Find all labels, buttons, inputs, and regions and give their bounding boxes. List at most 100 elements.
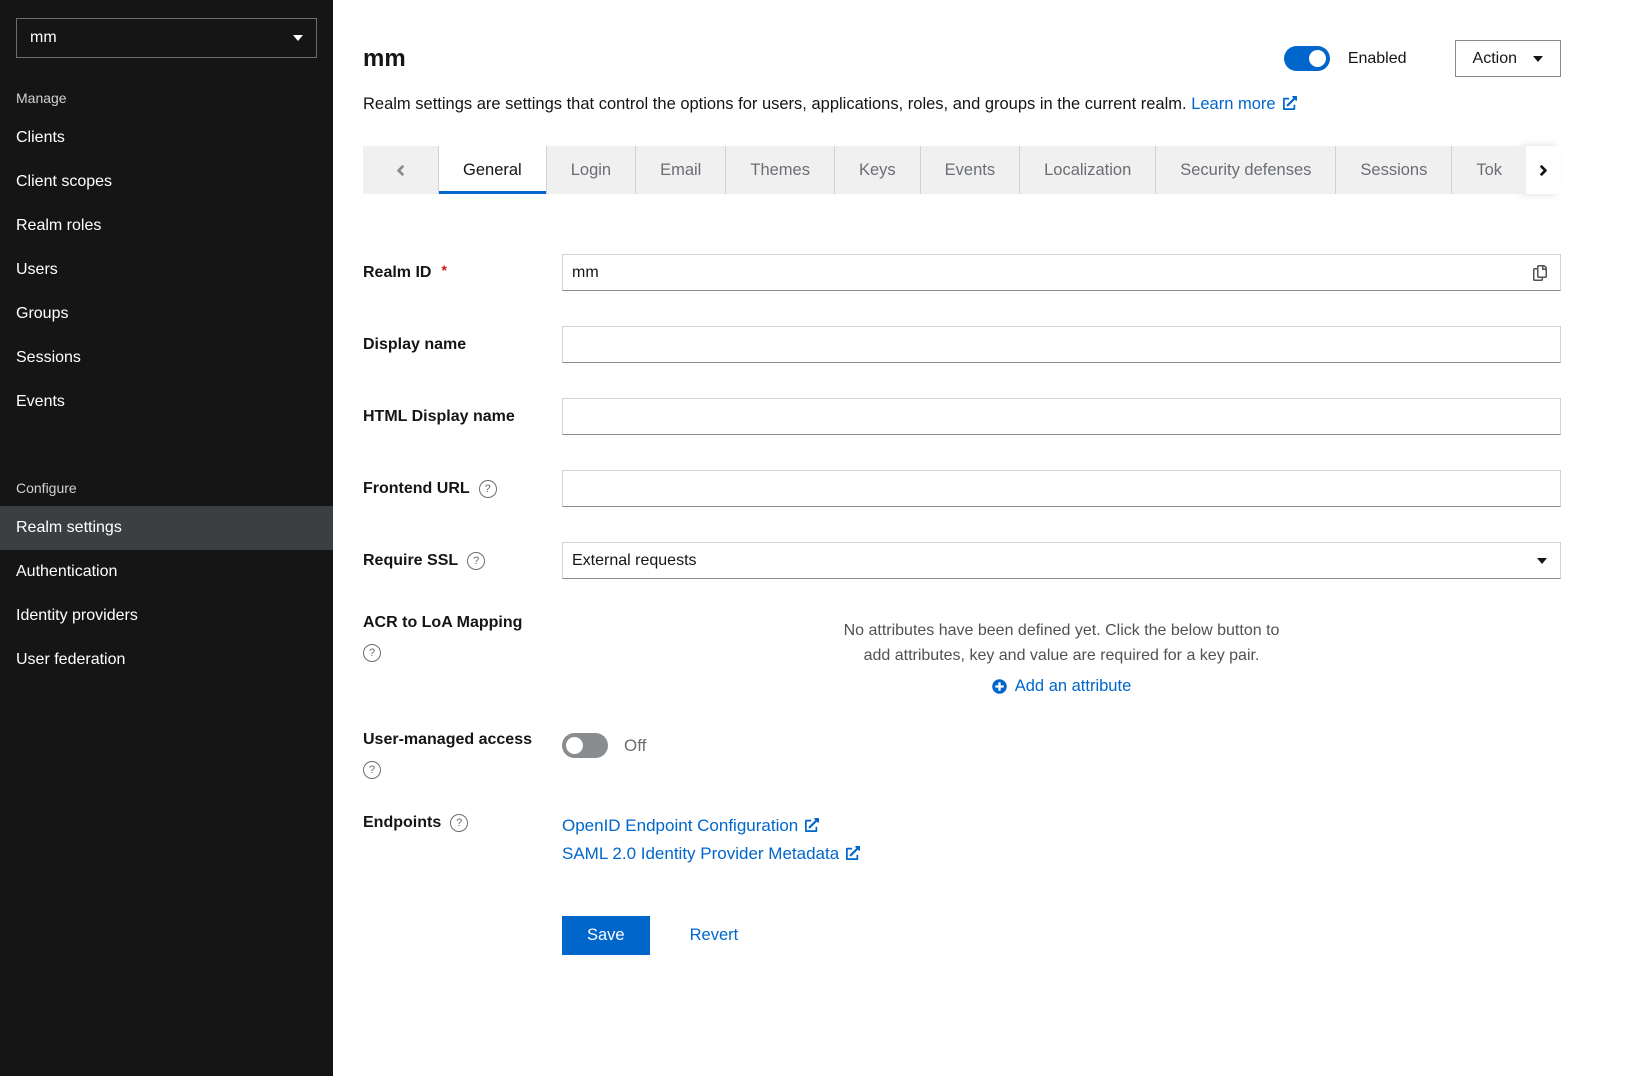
chevron-down-icon: [1533, 56, 1543, 62]
tab-events[interactable]: Events: [920, 146, 1019, 194]
learn-more-link[interactable]: Learn more: [1191, 95, 1296, 113]
toggle-knob: [1309, 50, 1326, 67]
sidebar-item-client-scopes[interactable]: Client scopes: [0, 160, 333, 204]
toggle-knob: [566, 737, 583, 754]
realm-description: Realm settings are settings that control…: [363, 92, 1561, 116]
tab-list: GeneralLoginEmailThemesKeysEventsLocaliz…: [438, 146, 1526, 194]
endpoints-label-text: Endpoints: [363, 814, 441, 832]
sidebar-item-groups[interactable]: Groups: [0, 292, 333, 336]
required-asterisk: *: [441, 262, 446, 278]
chevron-down-icon: [293, 35, 303, 41]
action-dropdown-button[interactable]: Action: [1455, 40, 1561, 77]
sidebar-item-identity-providers[interactable]: Identity providers: [0, 594, 333, 638]
help-icon[interactable]: ?: [467, 552, 485, 570]
tab-scroll-right-button[interactable]: [1526, 146, 1561, 194]
enabled-label: Enabled: [1348, 50, 1407, 68]
realm-id-input-group: [562, 254, 1561, 291]
help-icon[interactable]: ?: [363, 761, 381, 779]
form-row-user-managed-access: User-managed access ? Off: [363, 731, 1561, 779]
tab-tok[interactable]: Tok: [1451, 146, 1526, 194]
tab-login[interactable]: Login: [546, 146, 635, 194]
sidebar-item-user-federation[interactable]: User federation: [0, 638, 333, 682]
realm-id-label-text: Realm ID: [363, 264, 431, 282]
realm-description-text: Realm settings are settings that control…: [363, 95, 1187, 113]
endpoint-link-0[interactable]: OpenID Endpoint Configuration: [562, 816, 1561, 836]
user-managed-access-toggle[interactable]: [562, 733, 608, 758]
acr-empty-state-text: No attributes have been defined yet. Cli…: [844, 618, 1280, 668]
require-ssl-label-text: Require SSL: [363, 552, 458, 570]
user-managed-access-control: Off: [562, 733, 1561, 758]
tab-security-defenses[interactable]: Security defenses: [1155, 146, 1335, 194]
require-ssl-label: Require SSL ?: [363, 552, 562, 570]
help-icon[interactable]: ?: [479, 480, 497, 498]
sidebar-item-authentication[interactable]: Authentication: [0, 550, 333, 594]
html-display-name-input[interactable]: [562, 398, 1561, 435]
endpoints-label: Endpoints ?: [363, 814, 562, 832]
sidebar-item-sessions[interactable]: Sessions: [0, 336, 333, 380]
sidebar-item-clients[interactable]: Clients: [0, 116, 333, 160]
form-row-require-ssl: Require SSL ? External requests: [363, 542, 1561, 579]
tab-themes[interactable]: Themes: [725, 146, 834, 194]
tab-scroll-left-button[interactable]: [363, 146, 438, 194]
tab-sessions[interactable]: Sessions: [1335, 146, 1451, 194]
page-header: mm Enabled Action Realm settings are set…: [333, 0, 1645, 194]
user-managed-access-state: Off: [624, 736, 646, 756]
external-link-icon: [805, 818, 819, 832]
user-managed-access-label: User-managed access ?: [363, 731, 562, 779]
html-display-name-label-text: HTML Display name: [363, 408, 515, 426]
nav-section-title: Configure: [0, 462, 333, 506]
sidebar-item-events[interactable]: Events: [0, 380, 333, 424]
realm-enabled-toggle[interactable]: [1284, 46, 1330, 71]
action-dropdown-label: Action: [1473, 50, 1517, 68]
endpoint-link-label: SAML 2.0 Identity Provider Metadata: [562, 844, 839, 863]
copy-icon: [1532, 265, 1548, 281]
display-name-label: Display name: [363, 336, 562, 354]
header-controls: Enabled Action: [1284, 40, 1561, 77]
plus-circle-icon: [992, 679, 1007, 694]
chevron-down-icon: [1537, 558, 1547, 564]
sidebar-item-users[interactable]: Users: [0, 248, 333, 292]
copy-button[interactable]: [1532, 264, 1549, 281]
page-title: mm: [363, 45, 406, 73]
form-row-acr-to-loa: ACR to LoA Mapping ? No attributes have …: [363, 614, 1561, 696]
add-attribute-link[interactable]: Add an attribute: [562, 677, 1561, 696]
form-row-frontend-url: Frontend URL ?: [363, 470, 1561, 507]
save-button[interactable]: Save: [562, 916, 650, 955]
endpoint-link-1[interactable]: SAML 2.0 Identity Provider Metadata: [562, 844, 1561, 864]
sidebar-nav: ManageClientsClient scopesRealm rolesUse…: [0, 72, 333, 682]
revert-link[interactable]: Revert: [690, 926, 739, 945]
nav-section-title: Manage: [0, 72, 333, 116]
tab-email[interactable]: Email: [635, 146, 725, 194]
realm-id-label: Realm ID *: [363, 264, 562, 282]
realm-id-input[interactable]: [562, 254, 1561, 291]
form-actions: Save Revert: [562, 916, 1561, 955]
tab-localization[interactable]: Localization: [1019, 146, 1155, 194]
html-display-name-label: HTML Display name: [363, 408, 562, 426]
frontend-url-input[interactable]: [562, 470, 1561, 507]
sidebar-item-realm-settings[interactable]: Realm settings: [0, 506, 333, 550]
display-name-label-text: Display name: [363, 336, 466, 354]
help-icon[interactable]: ?: [363, 644, 381, 662]
form-row-display-name: Display name: [363, 326, 1561, 363]
display-name-input[interactable]: [562, 326, 1561, 363]
external-link-icon: [1283, 96, 1297, 110]
acr-to-loa-label: ACR to LoA Mapping ?: [363, 614, 562, 662]
form-row-endpoints: Endpoints ? OpenID Endpoint Configuratio…: [363, 814, 1561, 864]
learn-more-label: Learn more: [1191, 95, 1275, 113]
external-link-icon: [846, 846, 860, 860]
general-settings-form: Realm ID * Display name HTML Display nam…: [333, 194, 1645, 1076]
tab-bar: GeneralLoginEmailThemesKeysEventsLocaliz…: [363, 146, 1561, 194]
add-attribute-label: Add an attribute: [1015, 677, 1132, 696]
frontend-url-label: Frontend URL ?: [363, 480, 562, 498]
realm-selector-dropdown[interactable]: mm: [16, 18, 317, 58]
form-row-realm-id: Realm ID *: [363, 254, 1561, 291]
endpoint-links: OpenID Endpoint Configuration SAML 2.0 Id…: [562, 814, 1561, 864]
realm-selector-value: mm: [30, 29, 57, 47]
acr-to-loa-empty-state: No attributes have been defined yet. Cli…: [562, 614, 1561, 696]
form-row-html-display-name: HTML Display name: [363, 398, 1561, 435]
require-ssl-select[interactable]: External requests: [562, 542, 1561, 579]
tab-keys[interactable]: Keys: [834, 146, 920, 194]
help-icon[interactable]: ?: [450, 814, 468, 832]
tab-general[interactable]: General: [438, 146, 546, 194]
sidebar-item-realm-roles[interactable]: Realm roles: [0, 204, 333, 248]
